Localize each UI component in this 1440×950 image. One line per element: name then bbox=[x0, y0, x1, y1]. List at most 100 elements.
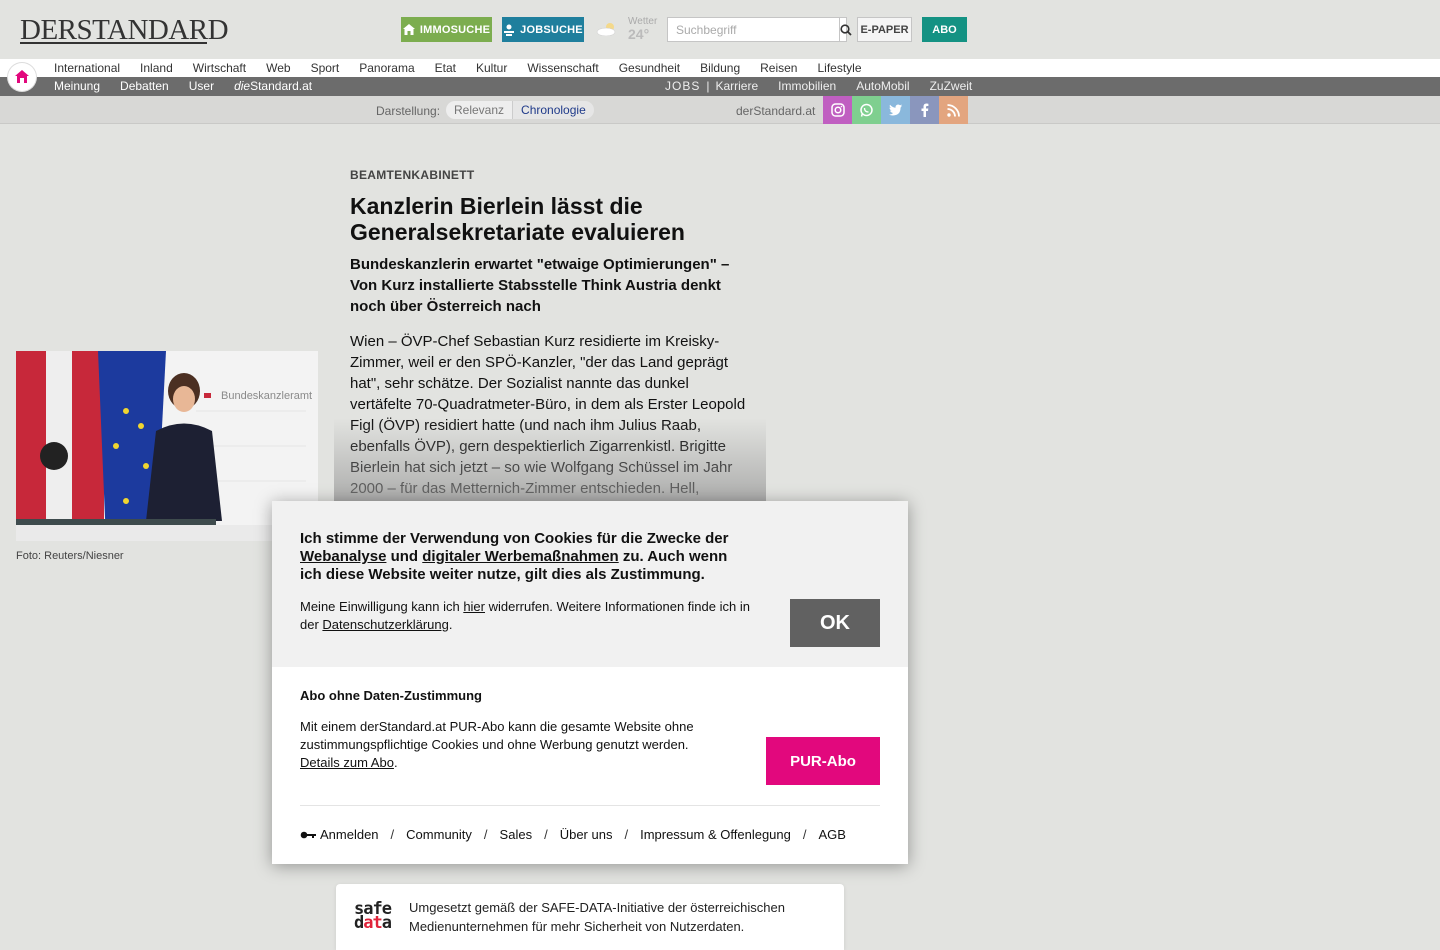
twitter-icon bbox=[888, 104, 903, 117]
cookie-title-text: Ich stimme der Verwendung von Cookies fü… bbox=[300, 530, 729, 547]
whatsapp-icon bbox=[859, 103, 874, 118]
display-label: Darstellung: bbox=[376, 104, 441, 118]
toggle-chronologie[interactable]: Chronologie bbox=[512, 101, 594, 119]
main-nav: International Inland Wirtschaft Web Sport Pan… bbox=[0, 59, 1440, 77]
nav-item-wissenschaft[interactable]: Wissenschaft bbox=[527, 61, 598, 75]
rss-button[interactable] bbox=[939, 96, 968, 124]
sub-nav-separator: | bbox=[706, 79, 710, 93]
nav-item-bildung[interactable]: Bildung bbox=[700, 61, 740, 75]
weather-widget[interactable]: Wetter 24° bbox=[593, 16, 659, 44]
sub-nav-right-items: Karriere Immobilien AutoMobil ZuZweit bbox=[715, 79, 992, 93]
nav-item-inland[interactable]: Inland bbox=[140, 61, 173, 75]
webanalyse-link[interactable]: Webanalyse bbox=[300, 548, 386, 565]
abo-button[interactable]: ABO bbox=[922, 17, 967, 42]
article-kicker: BEAMTENKABINETT bbox=[350, 168, 475, 182]
footer-separator: / bbox=[544, 827, 548, 842]
sub-nav-jobs[interactable]: JOBS bbox=[665, 79, 700, 93]
sub-nav: Meinung Debatten User dieStandard.at JOBS |… bbox=[0, 77, 1440, 96]
footer-link-label: AGB bbox=[818, 827, 846, 842]
safedata-logo: safe data bbox=[354, 901, 392, 933]
photo-sign-text: Bundeskanzleramt bbox=[221, 390, 312, 402]
epaper-button[interactable]: E-PAPER bbox=[857, 17, 912, 42]
sub-nav-item-debatten[interactable]: Debatten bbox=[120, 79, 169, 93]
nav-item-lifestyle[interactable]: Lifestyle bbox=[817, 61, 861, 75]
sub-nav-left: Meinung Debatten User dieStandard.at bbox=[54, 79, 332, 93]
nav-item-gesundheit[interactable]: Gesundheit bbox=[619, 61, 680, 75]
jobsuche-button[interactable]: JOBSUCHE bbox=[502, 17, 584, 42]
footer-link-agb[interactable]: AGB bbox=[819, 827, 846, 842]
whatsapp-button[interactable] bbox=[852, 96, 881, 124]
footer-separator: / bbox=[483, 827, 488, 842]
search-box bbox=[667, 17, 852, 42]
abo-details-link[interactable]: Details zum Abo bbox=[300, 755, 394, 770]
nav-item-kultur[interactable]: Kultur bbox=[476, 61, 507, 75]
footer-link-community[interactable]: Community bbox=[406, 827, 472, 842]
article-fade bbox=[334, 418, 766, 501]
search-icon bbox=[840, 23, 852, 36]
nav-item-web[interactable]: Web bbox=[266, 61, 290, 75]
footer-link-label: Über uns bbox=[559, 827, 613, 842]
werbemassnahmen-link[interactable]: digitaler Werbemaßnahmen bbox=[422, 548, 618, 565]
nav-item-reisen[interactable]: Reisen bbox=[760, 61, 797, 75]
nav-item-sport[interactable]: Sport bbox=[311, 61, 340, 75]
site-url[interactable]: derStandard.at bbox=[736, 104, 815, 118]
ok-button[interactable]: OK bbox=[790, 599, 880, 647]
footer-link-impressum-offenlegung[interactable]: Impressum & Offenlegung bbox=[640, 827, 791, 842]
person-icon bbox=[504, 24, 515, 36]
sub-nav-right: JOBS | Karriere Immobilien AutoMobil ZuZwei… bbox=[665, 79, 992, 93]
footer-separator: / bbox=[390, 827, 395, 842]
safedata-logo-bottom: data bbox=[354, 913, 392, 933]
cookie-dialog: Ich stimme der Verwendung von Cookies fü… bbox=[272, 501, 908, 864]
brand-name: Standard.at bbox=[250, 79, 313, 93]
footer-separator: / bbox=[802, 827, 807, 842]
nav-item-international[interactable]: International bbox=[54, 61, 120, 75]
sub-nav-item-diestandard[interactable]: dieStandard.at bbox=[234, 79, 312, 93]
article-headline: Kanzlerin Bierlein lässt die Generalsekr… bbox=[350, 193, 685, 245]
twitter-button[interactable] bbox=[881, 96, 910, 124]
cloud-sun-icon bbox=[596, 23, 616, 36]
main-nav-list: International Inland Wirtschaft Web Sport Pan… bbox=[54, 61, 882, 75]
dialog-divider bbox=[300, 805, 880, 806]
key-icon bbox=[300, 831, 316, 839]
brand-prefix: die bbox=[234, 79, 251, 93]
dialog-footer-links: Anmelden / Community / Sales / Über uns / Impres… bbox=[300, 827, 846, 842]
sub-nav-item-meinung[interactable]: Meinung bbox=[54, 79, 100, 93]
footer-link-label: Impressum & Offenlegung bbox=[640, 827, 791, 842]
footer-link-anmelden[interactable]: Anmelden bbox=[300, 827, 379, 842]
safedata-logo-part: d bbox=[354, 913, 364, 933]
privacy-link[interactable]: Datenschutzerklärung bbox=[322, 617, 448, 632]
footer-separator: / bbox=[624, 827, 629, 842]
photo-caption: Foto: Reuters/Niesner bbox=[16, 550, 124, 562]
nav-item-panorama[interactable]: Panorama bbox=[359, 61, 414, 75]
search-input[interactable] bbox=[668, 18, 839, 41]
cookie-sub-text: Meine Einwilligung kann ich bbox=[300, 599, 464, 614]
immosuche-button[interactable]: IMMOSUCHE bbox=[401, 17, 492, 42]
search-button[interactable] bbox=[839, 18, 852, 41]
immosuche-label: IMMOSUCHE bbox=[419, 23, 491, 36]
jobsuche-label: JOBSUCHE bbox=[520, 23, 583, 36]
facebook-icon bbox=[921, 103, 929, 117]
home-button[interactable] bbox=[8, 63, 36, 91]
footer-link-uber-uns[interactable]: Über uns bbox=[560, 827, 613, 842]
toggle-relevanz[interactable]: Relevanz bbox=[446, 101, 513, 119]
sub-nav-item-zuzweit[interactable]: ZuZweit bbox=[930, 79, 973, 93]
house-icon bbox=[402, 24, 415, 35]
logo-underline bbox=[20, 42, 207, 44]
pur-abo-button[interactable]: PUR-Abo bbox=[766, 737, 880, 785]
display-toggle: Relevanz Chronologie bbox=[446, 101, 594, 119]
sub-nav-item-automobil[interactable]: AutoMobil bbox=[856, 79, 909, 93]
cookie-title: Ich stimme der Verwendung von Cookies fü… bbox=[300, 530, 750, 584]
footer-link-label: Sales bbox=[499, 827, 533, 842]
footer-link-sales[interactable]: Sales bbox=[500, 827, 533, 842]
revoke-link[interactable]: hier bbox=[463, 599, 485, 614]
facebook-button[interactable] bbox=[910, 96, 939, 124]
sub-nav-item-karriere[interactable]: Karriere bbox=[715, 79, 758, 93]
nav-item-etat[interactable]: Etat bbox=[435, 61, 456, 75]
sub-nav-item-immobilien[interactable]: Immobilien bbox=[778, 79, 836, 93]
rss-icon bbox=[947, 103, 960, 117]
sub-nav-item-user[interactable]: User bbox=[189, 79, 214, 93]
instagram-button[interactable] bbox=[823, 96, 852, 124]
nav-item-wirtschaft[interactable]: Wirtschaft bbox=[193, 61, 246, 75]
safedata-banner: safe data Umgesetzt gemäß der SAFE-DATA-… bbox=[336, 884, 844, 950]
article-lead: Bundeskanzlerin erwartet "etwaige Optimi… bbox=[350, 256, 730, 315]
